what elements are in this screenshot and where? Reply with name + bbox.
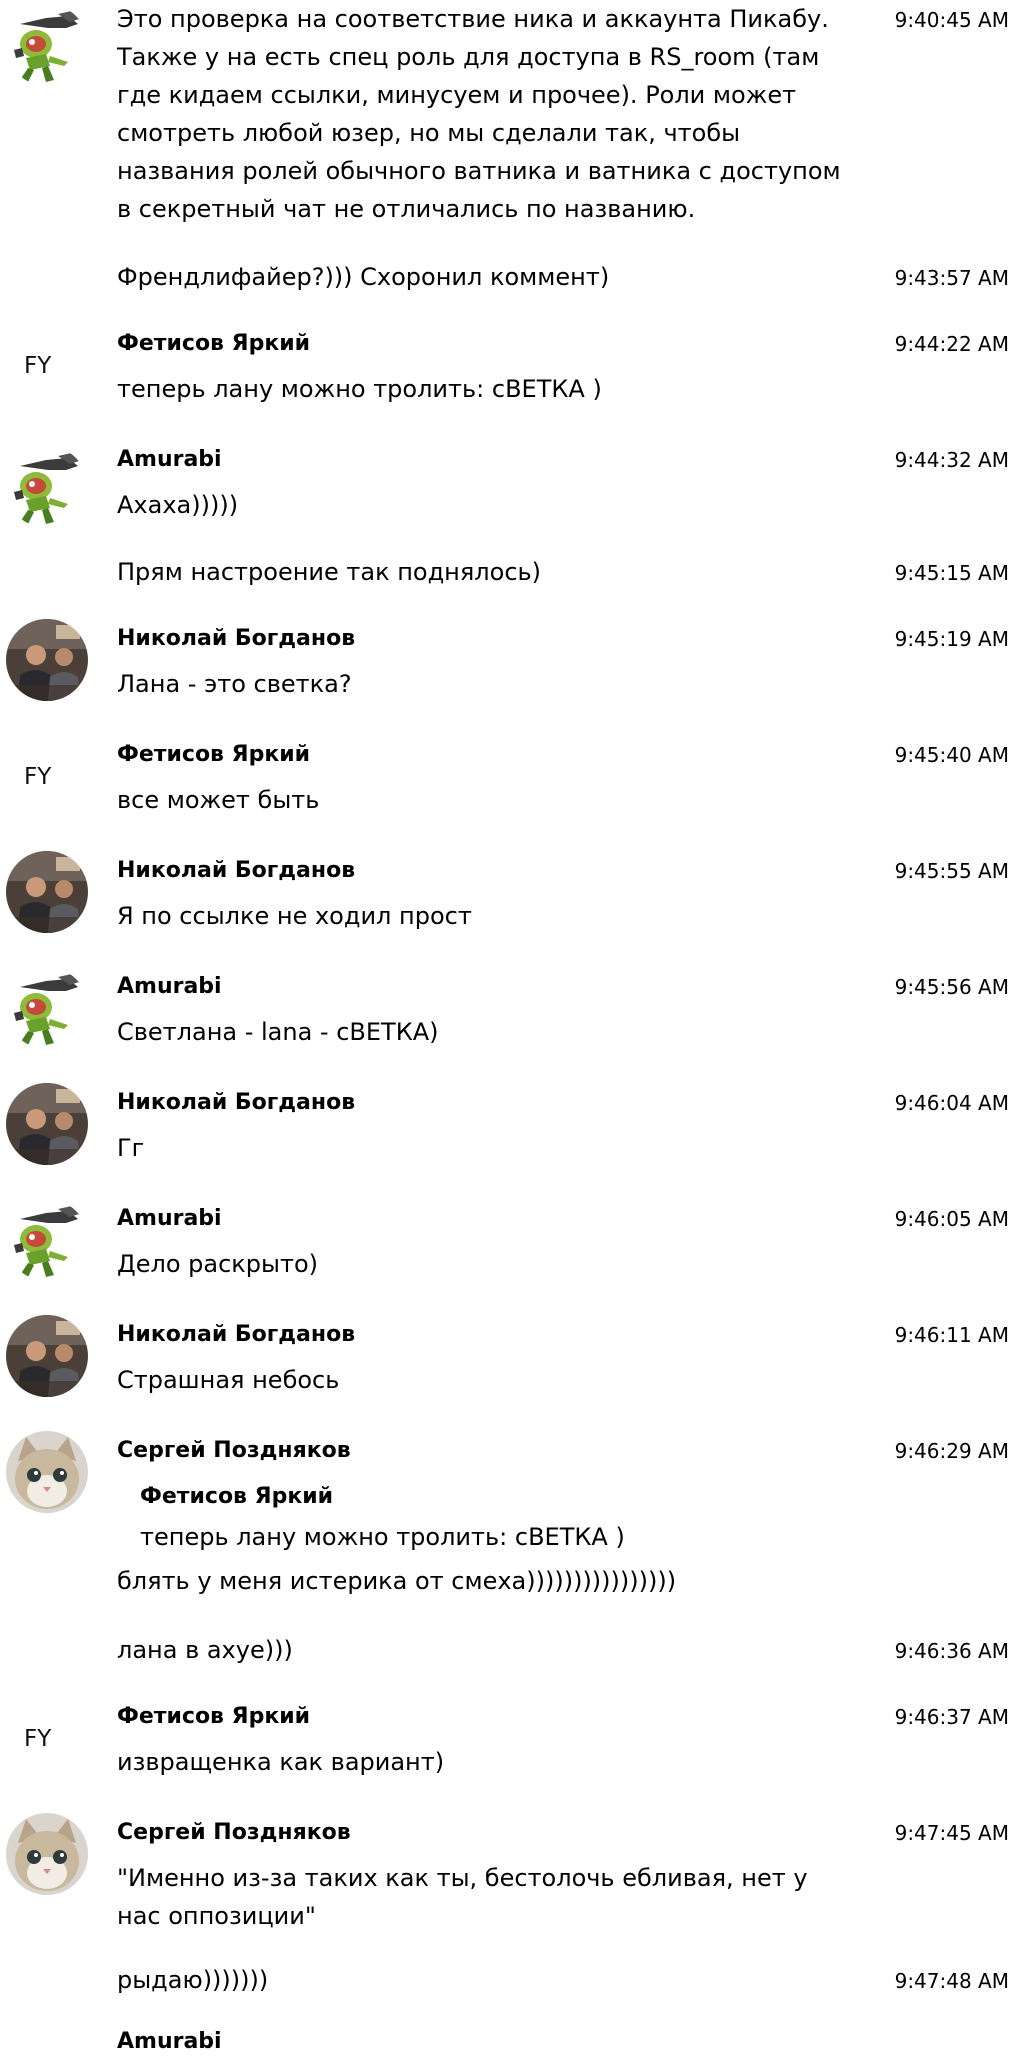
message-text: Прям настроение так поднялось)	[117, 558, 542, 586]
zombie-avatar[interactable]	[6, 1199, 88, 1281]
message-text: Страшная небось	[117, 1366, 340, 1394]
message-timestamp: 9:43:57 AM	[894, 266, 1009, 290]
photo-avatar[interactable]	[6, 851, 88, 933]
message-text: Ахаха)))))	[117, 491, 239, 519]
cat-avatar[interactable]	[6, 1431, 88, 1513]
message-author[interactable]: Фетисов Яркий	[117, 741, 310, 769]
quoted-author: Фетисов Яркий	[140, 1484, 334, 1509]
photo-avatar[interactable]	[6, 619, 88, 701]
message-author[interactable]: Сергей Поздняков	[117, 1437, 351, 1465]
message-author[interactable]: Amurabi	[117, 2028, 222, 2056]
message-text: Это проверка на соответствие ника и акка…	[117, 5, 849, 223]
message-text: "Именно из-за таких как ты, бестолочь еб…	[117, 1864, 816, 1930]
initials-avatar[interactable]: FY	[24, 763, 66, 791]
message-text: Дело раскрыто)	[117, 1250, 319, 1278]
message-author[interactable]: Сергей Поздняков	[117, 1819, 351, 1847]
message-timestamp: 9:46:11 AM	[894, 1323, 1009, 1347]
message-text: лана в ахуе)))	[117, 1636, 293, 1664]
message-timestamp: 9:45:19 AM	[894, 627, 1009, 651]
message-author[interactable]: Фетисов Яркий	[117, 1703, 310, 1731]
message-author[interactable]: Николай Богданов	[117, 625, 355, 653]
message-timestamp: 9:46:29 AM	[894, 1439, 1009, 1463]
cat-avatar[interactable]	[6, 1813, 88, 1895]
message-text: теперь лану можно тролить: сВЕТКА )	[117, 375, 602, 403]
message-timestamp: 9:44:22 AM	[894, 332, 1009, 356]
message-timestamp: 9:45:55 AM	[894, 859, 1009, 883]
message-text: блять у меня истерика от смеха))))))))))…	[117, 1567, 677, 1595]
message-text: все может быть	[117, 786, 320, 814]
message-text: извращенка как вариант)	[117, 1748, 445, 1776]
message-text: рыдаю)))))))	[117, 1966, 269, 1994]
message-timestamp: 9:45:15 AM	[894, 561, 1009, 585]
message-timestamp: 9:46:37 AM	[894, 1705, 1009, 1729]
message-author[interactable]: Николай Богданов	[117, 857, 355, 885]
zombie-avatar[interactable]	[6, 446, 88, 528]
zombie-avatar[interactable]	[6, 967, 88, 1049]
initials-avatar[interactable]: FY	[24, 352, 66, 380]
zombie-avatar[interactable]	[6, 4, 88, 86]
message-text: Светлана - lana - сВЕТКА)	[117, 1018, 439, 1046]
quoted-text: теперь лану можно тролить: сВЕТКА )	[140, 1523, 625, 1551]
message-author[interactable]: Amurabi	[117, 446, 222, 474]
message-text: Френдлифайер?))) Схоронил коммент)	[117, 263, 610, 291]
message-author[interactable]: Amurabi	[117, 973, 222, 1001]
photo-avatar[interactable]	[6, 1315, 88, 1397]
message-timestamp: 9:40:45 AM	[894, 8, 1009, 32]
message-author[interactable]: Николай Богданов	[117, 1089, 355, 1117]
message-timestamp: 9:45:40 AM	[894, 743, 1009, 767]
photo-avatar[interactable]	[6, 1083, 88, 1165]
message-timestamp: 9:46:36 AM	[894, 1639, 1009, 1663]
message-author[interactable]: Фетисов Яркий	[117, 330, 310, 358]
message-timestamp: 9:46:04 AM	[894, 1091, 1009, 1115]
message-timestamp: 9:44:32 AM	[894, 448, 1009, 472]
message-timestamp: 9:45:56 AM	[894, 975, 1009, 999]
chat-message: Это проверка на соответствие ника и акка…	[0, 0, 1015, 230]
initials-avatar[interactable]: FY	[24, 1725, 66, 1753]
message-author[interactable]: Николай Богданов	[117, 1321, 355, 1349]
message-timestamp: 9:47:45 AM	[894, 1821, 1009, 1845]
message-author[interactable]: Amurabi	[117, 1205, 222, 1233]
message-text: Гг	[117, 1134, 145, 1162]
message-timestamp: 9:47:48 AM	[894, 1969, 1009, 1993]
message-text: Я по ссылке не ходил прост	[117, 902, 472, 930]
message-timestamp: 9:46:05 AM	[894, 1207, 1009, 1231]
message-text: Лана - это светка?	[117, 670, 352, 698]
